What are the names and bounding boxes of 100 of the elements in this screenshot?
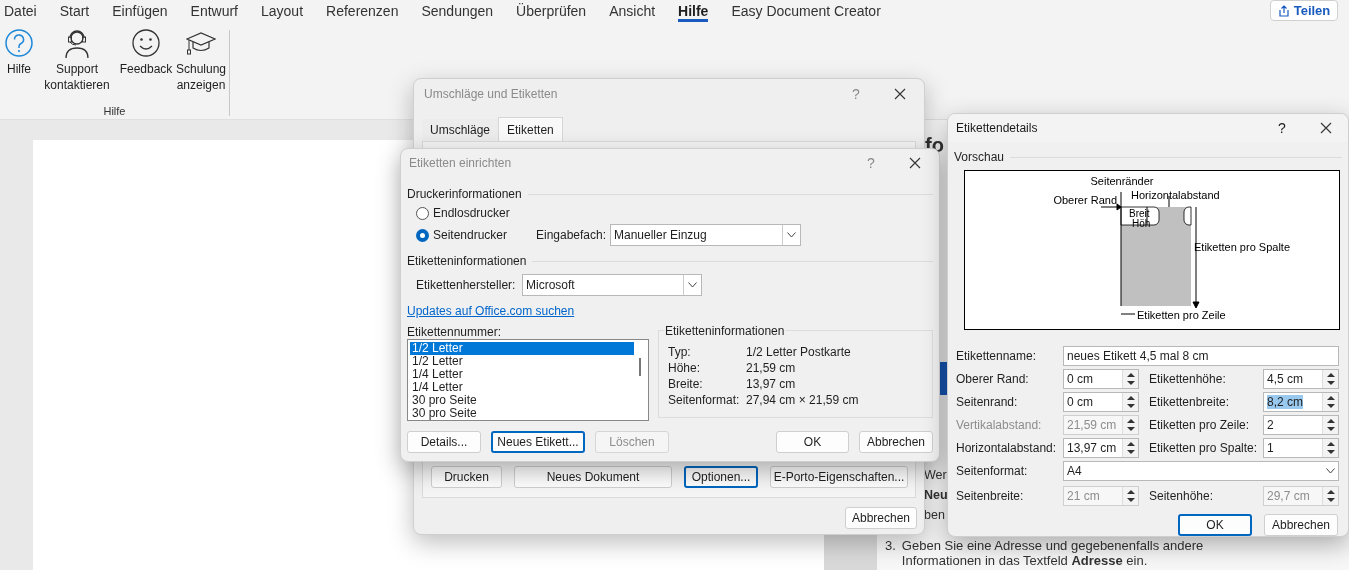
field-label: Etiketten pro Spalte: (1149, 440, 1259, 457)
dropdown[interactable]: Manueller Einzug (610, 224, 801, 246)
dialog-button[interactable]: OK (1178, 514, 1252, 536)
section-heading: Druckerinformationen (407, 186, 522, 203)
help-icon (4, 28, 34, 58)
ribbon-button[interactable]: Hilfe (2, 28, 36, 77)
menu-tab[interactable]: Easy Document Creator (731, 0, 881, 22)
menu-tab[interactable]: Überprüfen (516, 0, 587, 22)
scrollbar-thumb[interactable] (639, 358, 641, 376)
radio-button[interactable] (416, 228, 429, 242)
diagram-label: Seitenränder (1090, 175, 1154, 187)
dialog-button[interactable]: Abbrechen (1264, 514, 1338, 536)
close-icon[interactable] (894, 88, 906, 100)
diagram-label: Oberer Rand (1053, 194, 1117, 206)
dialog-button[interactable]: Details... (407, 431, 481, 453)
help-text: Geben Sie eine Adresse und gegebenenfalls andere (901, 538, 1204, 553)
help-text: ben (924, 507, 945, 524)
list-number: 3. (885, 538, 896, 555)
info-label: Seitenformat: (668, 392, 741, 407)
radio-button[interactable] (416, 206, 429, 220)
link[interactable]: Updates auf Office.com suchen (407, 302, 575, 320)
info-label: Höhe: (668, 360, 702, 375)
list-item[interactable]: 1/4 Letter (410, 368, 634, 381)
text-field[interactable]: neues Etikett 4,5 mal 8 cm (1063, 346, 1339, 366)
menu-tab[interactable]: Entwurf (190, 0, 238, 22)
spin-arrows-icon[interactable] (1326, 418, 1335, 432)
spin-field[interactable]: 2 (1263, 415, 1339, 435)
dropdown[interactable]: Microsoft (522, 274, 702, 296)
ribbon-button[interactable]: Support kontaktieren (36, 28, 118, 93)
menu-tab[interactable]: Ansicht (609, 0, 656, 22)
field-label: Seitenbreite: (956, 488, 1025, 505)
headset-person-icon (62, 28, 92, 58)
field-label: Etikettenhöhe: (1149, 371, 1227, 388)
info-label: Breite: (668, 376, 704, 391)
list-item[interactable]: 1/2 Letter (410, 355, 634, 368)
field-label: Oberer Rand: (956, 371, 1030, 388)
diagram-label: Höh (1132, 218, 1151, 229)
spin-arrows-icon[interactable] (1126, 441, 1135, 455)
help-button[interactable]: ? (1278, 117, 1306, 139)
list-item[interactable]: 30 pro Seite (410, 394, 634, 407)
dropdown[interactable]: A4 (1063, 461, 1339, 481)
spin-arrows-icon[interactable] (1126, 395, 1135, 409)
spin-field[interactable]: 0 cm (1063, 369, 1139, 389)
spin-field[interactable]: 0 cm (1063, 392, 1139, 412)
list-item[interactable]: 1/4 Letter (410, 381, 634, 394)
share-icon (1277, 4, 1290, 17)
ribbon-button[interactable]: Feedback (118, 28, 174, 77)
radio-label: Seitendrucker (433, 227, 508, 244)
share-button[interactable]: Teilen (1270, 0, 1338, 21)
help-text: Neu (924, 487, 948, 504)
list-item[interactable]: 1/2 Letter (410, 342, 634, 355)
dialog-button[interactable]: Abbrechen (859, 431, 933, 453)
field-label: Etikettenbreite: (1149, 394, 1231, 411)
menu-tab[interactable]: Layout (261, 0, 304, 22)
ribbon-button[interactable]: Schulung anzeigen (174, 28, 228, 93)
window-title: Etikettendetails (956, 120, 1039, 137)
spin-field[interactable]: 1 (1263, 438, 1339, 458)
spin-arrows-icon[interactable] (1326, 441, 1335, 455)
info-label: Typ: (668, 344, 692, 359)
spin-arrows-icon[interactable] (1326, 372, 1335, 386)
chevron-down-icon (787, 232, 796, 238)
menu-tab[interactable]: Referenzen (326, 0, 399, 22)
dialog-button[interactable]: OK (776, 431, 849, 453)
dialog-button[interactable]: Neues Dokument (514, 466, 672, 488)
field-label: Etikettennummer: (407, 324, 503, 338)
tab[interactable]: Etiketten (498, 117, 563, 141)
field-label: Etikettenname: (956, 348, 1038, 365)
help-text: Wer (924, 467, 947, 484)
spin-arrows-icon[interactable] (1326, 395, 1335, 409)
dialog-button[interactable]: Drucken (431, 466, 502, 488)
spin-arrows-icon[interactable] (1126, 372, 1135, 386)
list-item[interactable]: 30 pro Seite (410, 407, 634, 420)
menu-tab[interactable]: Datei (4, 0, 37, 22)
field-label: Vertikalabstand: (956, 417, 1043, 434)
spin-field[interactable]: 8,2 cm (1263, 392, 1339, 412)
dialog-button[interactable]: Abbrechen (845, 507, 917, 529)
field-label: Seitenhöhe: (1149, 488, 1215, 505)
diagram-label: Horizontalabstand (1131, 189, 1220, 201)
help-text: Informationen in das Textfeld Adresse ein. (901, 553, 1149, 568)
spin-field[interactable]: 13,97 cm (1063, 438, 1139, 458)
menu-tab[interactable]: Einfügen (112, 0, 168, 22)
spin-field[interactable]: 4,5 cm (1263, 369, 1339, 389)
diagram-label: Etiketten pro Zeile (1137, 309, 1226, 321)
field-label: Seitenformat: (956, 463, 1029, 480)
dialog-button[interactable]: Optionen... (684, 466, 758, 488)
dialog-button[interactable]: Neues Etikett... (491, 431, 585, 453)
dialog-button[interactable]: E-Porto-Eigenschaften... (770, 466, 908, 488)
field-label: Eingabefach: (536, 227, 608, 244)
radio-label: Endlosdrucker (433, 205, 510, 222)
close-icon[interactable] (909, 157, 921, 169)
menu-tab[interactable]: Start (59, 0, 90, 22)
info-value: 1/2 Letter Postkarte (746, 344, 851, 359)
chevron-down-icon (1325, 468, 1335, 474)
menu-tab[interactable]: Sendungen (421, 0, 494, 22)
window-title: Etiketten einrichten (409, 155, 513, 172)
close-icon[interactable] (1320, 122, 1332, 134)
field-label: Seitenrand: (956, 394, 1019, 411)
share-label: Teilen (1293, 1, 1331, 20)
list-box[interactable]: 1/2 Letter 1/2 Letter 1/4 Letter 1/4 Letter 30 pro Seite 30 pro Seite (407, 339, 649, 421)
chevron-down-icon (688, 282, 697, 288)
